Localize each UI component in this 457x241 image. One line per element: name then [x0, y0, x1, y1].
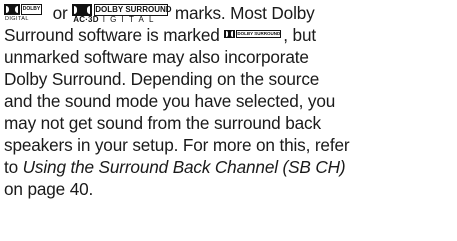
text-segment: to — [4, 157, 23, 177]
double-d-icon — [4, 4, 20, 15]
text-segment: marks. Most Dolby — [170, 3, 315, 23]
text-segment: or — [48, 3, 73, 23]
text-line: unmarked software may also incorporate — [4, 47, 309, 67]
logo-sub-prefix: AC·3D — [73, 15, 99, 24]
text-line: speakers in your setup. For more on this… — [4, 135, 350, 155]
logo-sub-text: DIGITAL — [5, 16, 29, 22]
text-line: Dolby Surround. Depending on the source — [4, 69, 320, 89]
text-line: Surround software is marked DOLBY SURROU… — [4, 24, 456, 46]
logo-sub-text: AC·3D IGITAL — [73, 15, 158, 24]
text-line: and the sound mode you have selected, yo… — [4, 91, 336, 111]
logo-box-text: DOLBY SURROUND — [236, 30, 282, 38]
text-segment: Surround software is marked — [4, 25, 225, 45]
logo-box-text: DOLBY — [21, 4, 42, 15]
text-line: to Using the Surround Back Channel (SB C… — [4, 156, 456, 178]
text-line: may not get sound from the surround back — [4, 113, 321, 133]
dolby-surround-small-logo: DOLBY SURROUND — [224, 30, 283, 42]
double-d-icon — [224, 30, 236, 38]
text-line: DOLBY DIGITAL or DOLBY SURROUND AC·3D IGITA… — [4, 2, 456, 24]
document-paragraph: DOLBY DIGITAL or DOLBY SURROUND AC·3D IGITA… — [4, 2, 456, 200]
dolby-surround-ac3-logo: DOLBY SURROUND AC·3D IGITAL — [72, 3, 172, 24]
logo-sub-suffix: IGITAL — [102, 15, 159, 24]
dolby-digital-logo: DOLBY DIGITAL — [4, 3, 48, 23]
text-line: on page 40. — [4, 179, 94, 199]
section-reference: Using the Surround Back Channel (SB CH) — [22, 157, 346, 177]
text-segment: , but — [283, 25, 316, 45]
